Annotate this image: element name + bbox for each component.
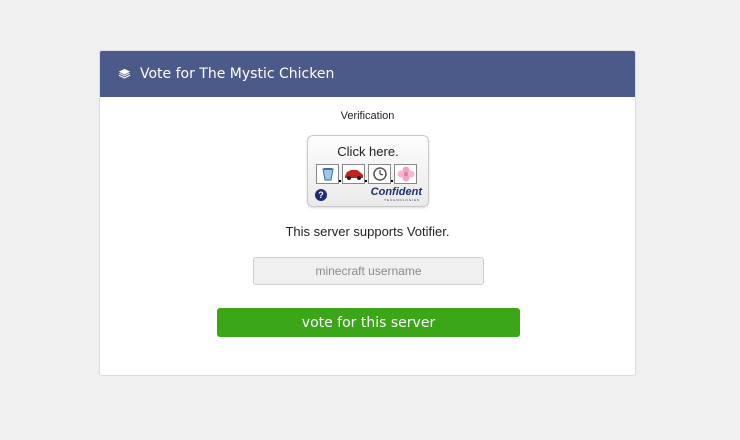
watch-icon[interactable] <box>368 164 393 184</box>
votifier-text: This server supports Votifier. <box>285 224 450 239</box>
cup-icon[interactable] <box>316 164 341 184</box>
captcha-brand-logo: Confident <box>370 186 422 198</box>
captcha-brand-sub: TECHNOLOGIES <box>384 198 420 202</box>
captcha-prompt[interactable]: Click here. <box>308 144 428 159</box>
layers-icon <box>118 67 133 82</box>
username-input[interactable] <box>253 257 484 285</box>
vote-button[interactable]: vote for this server <box>217 308 520 337</box>
captcha-images <box>316 164 417 184</box>
verification-label: Verification <box>340 110 395 122</box>
help-icon[interactable]: ? <box>315 189 327 201</box>
flower-icon[interactable] <box>394 164 417 184</box>
car-icon[interactable] <box>342 164 367 184</box>
panel-body: Verification Click here. ? Confident TEC… <box>100 97 635 375</box>
page-title: Vote for The Mystic Chicken <box>140 66 335 82</box>
panel-header: Vote for The Mystic Chicken <box>100 51 635 97</box>
vote-panel: Vote for The Mystic Chicken Verification… <box>99 50 636 376</box>
captcha-widget[interactable]: Click here. ? Confident TECHNOLOGIES <box>307 135 429 207</box>
